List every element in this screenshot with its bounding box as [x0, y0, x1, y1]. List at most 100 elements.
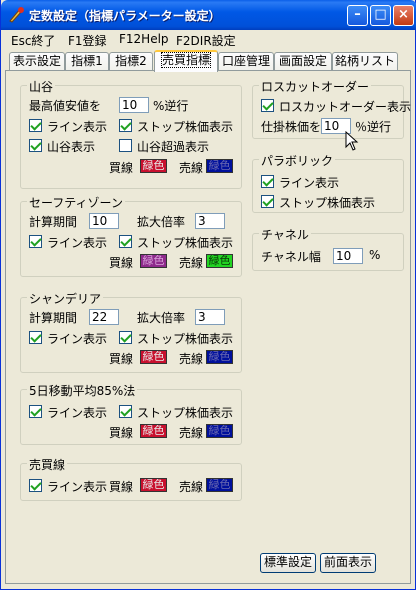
- menu-bar: Esc終了 F1登録 F12Help F2DIR設定: [1, 30, 415, 48]
- ma85-stop-label: ストップ株価表示: [137, 406, 234, 420]
- parabolic-title: パラボリック: [259, 152, 336, 169]
- chandelier-buy-color-swatch[interactable]: 緑色: [140, 350, 167, 364]
- safety-sell-label: 売線: [179, 256, 204, 270]
- chandelier-period-label: 計算期間: [29, 311, 78, 325]
- max-min-percent-input[interactable]: [119, 97, 149, 113]
- baibai-line-label: ライン表示: [47, 480, 108, 494]
- safety-buy-color-swatch[interactable]: 緑色: [140, 254, 167, 268]
- safety-stop-label: ストップ株価表示: [137, 236, 234, 250]
- max-min-label: 最高値安値を: [29, 99, 102, 113]
- safety-scale-label: 拡大倍率: [137, 215, 186, 229]
- channel-title: チャネル: [259, 226, 311, 243]
- yamatani-buy-label: 買線: [109, 161, 134, 175]
- chandelier-stop-checkbox[interactable]: [119, 331, 132, 344]
- safety-stop-checkbox[interactable]: [119, 235, 132, 248]
- tab-screen-settings[interactable]: 画面設定: [274, 52, 332, 71]
- losscut-show-checkbox[interactable]: [261, 99, 274, 112]
- maximize-button[interactable]: □: [370, 5, 391, 26]
- baibai-title: 売買線: [27, 456, 68, 473]
- window-title: 定数設定（指標パラメーター設定）: [29, 9, 221, 23]
- ma85-buy-color-swatch[interactable]: 緑色: [140, 424, 167, 438]
- safety-zone-group: セーフティゾーン 計算期間 拡大倍率 ライン表示 ストップ株価表示 買線 緑色 …: [20, 194, 242, 277]
- yamatani-sell-color-swatch[interactable]: 緑色: [206, 159, 233, 173]
- menu-f12-help[interactable]: F12Help: [119, 32, 169, 46]
- ma85-line-checkbox[interactable]: [29, 405, 42, 418]
- minimize-button[interactable]: –: [347, 5, 368, 26]
- chandelier-period-input[interactable]: [89, 309, 119, 325]
- yamatani-stop-label: ストップ株価表示: [137, 120, 234, 134]
- channel-width-input[interactable]: [333, 248, 363, 264]
- losscut-price-label: 仕掛株価を: [261, 120, 322, 134]
- parabolic-stop-checkbox[interactable]: [261, 195, 274, 208]
- chandelier-stop-label: ストップ株価表示: [137, 332, 234, 346]
- tab-stock-list[interactable]: 銘柄リスト: [332, 52, 398, 71]
- menu-f2-dir-settings[interactable]: F2DIR設定: [176, 32, 236, 49]
- chandelier-buy-label: 買線: [109, 352, 134, 366]
- tab-account-management[interactable]: 口座管理: [218, 52, 274, 71]
- parabolic-line-label: ライン表示: [279, 176, 340, 190]
- chandelier-line-checkbox[interactable]: [29, 331, 42, 344]
- yamatani-over-label: 山谷超過表示: [137, 140, 210, 154]
- yamatani-stop-checkbox[interactable]: [119, 119, 132, 132]
- ma85-group: 5日移動平均85%法 ライン表示 ストップ株価表示 買線 緑色 売線 緑色: [20, 382, 242, 445]
- chandelier-sell-color-swatch[interactable]: 緑色: [206, 350, 233, 364]
- close-button[interactable]: ×: [393, 5, 414, 26]
- safety-sell-color-swatch[interactable]: 緑色: [206, 254, 233, 268]
- safety-line-label: ライン表示: [47, 236, 108, 250]
- yamatani-show-label: 山谷表示: [47, 140, 96, 154]
- baibai-sell-color-swatch[interactable]: 緑色: [206, 478, 233, 492]
- safety-period-label: 計算期間: [29, 215, 78, 229]
- app-icon: [9, 7, 24, 23]
- losscut-show-label: ロスカットオーダー表示: [279, 100, 412, 114]
- baibai-buy-label: 買線: [109, 480, 134, 494]
- parabolic-line-checkbox[interactable]: [261, 175, 274, 188]
- ma85-stop-checkbox[interactable]: [119, 405, 132, 418]
- settings-window: 定数設定（指標パラメーター設定） – □ × Esc終了 F1登録 F12Hel…: [0, 0, 416, 590]
- yamatani-group: 山谷 最高値安値を %逆行 ライン表示 ストップ株価表示 山谷表示 山谷超過表示…: [20, 78, 242, 189]
- mouse-pointer-icon: [345, 131, 359, 151]
- yamatani-over-checkbox[interactable]: [119, 139, 132, 152]
- parabolic-group: パラボリック ライン表示 ストップ株価表示: [252, 152, 404, 213]
- tab-indicator-2[interactable]: 指標2: [109, 52, 153, 71]
- yamatani-line-checkbox[interactable]: [29, 119, 42, 132]
- safety-line-checkbox[interactable]: [29, 235, 42, 248]
- ma85-sell-color-swatch[interactable]: 緑色: [206, 424, 233, 438]
- ma85-buy-label: 買線: [109, 426, 134, 440]
- menu-esc-exit[interactable]: Esc終了: [11, 32, 55, 49]
- yamatani-line-label: ライン表示: [47, 120, 108, 134]
- title-bar[interactable]: 定数設定（指標パラメーター設定） – □ ×: [1, 0, 416, 30]
- chandelier-scale-input[interactable]: [195, 309, 225, 325]
- safety-scale-input[interactable]: [195, 213, 225, 229]
- yamatani-title: 山谷: [27, 78, 56, 95]
- ma85-sell-label: 売線: [179, 426, 204, 440]
- ma85-line-label: ライン表示: [47, 406, 108, 420]
- tab-indicator-1[interactable]: 指標1: [65, 52, 109, 71]
- channel-width-label: チャネル幅: [261, 250, 321, 264]
- tab-display-settings[interactable]: 表示設定: [9, 52, 65, 71]
- safety-zone-title: セーフティゾーン: [27, 194, 125, 211]
- baibai-line-checkbox[interactable]: [29, 479, 42, 492]
- baibai-buy-color-swatch[interactable]: 緑色: [140, 478, 167, 492]
- chandelier-line-label: ライン表示: [47, 332, 108, 346]
- yamatani-show-checkbox[interactable]: [29, 139, 42, 152]
- safety-period-input[interactable]: [89, 213, 119, 229]
- tab-trading-indicator[interactable]: 売買指標: [154, 50, 218, 72]
- max-min-unit: %逆行: [153, 99, 189, 113]
- baibai-group: 売買線 ライン表示 買線 緑色 売線 緑色: [20, 456, 242, 501]
- channel-group: チャネル チャネル幅 %: [252, 226, 404, 271]
- default-settings-button[interactable]: 標準設定: [260, 553, 316, 573]
- baibai-sell-label: 売線: [179, 480, 204, 494]
- chandelier-group: シャンデリア 計算期間 拡大倍率 ライン表示 ストップ株価表示 買線 緑色 売線…: [20, 290, 242, 373]
- chandelier-sell-label: 売線: [179, 352, 204, 366]
- yamatani-sell-label: 売線: [179, 161, 204, 175]
- chandelier-scale-label: 拡大倍率: [137, 311, 186, 325]
- parabolic-stop-label: ストップ株価表示: [279, 196, 376, 210]
- tab-strip: 表示設定 指標1 指標2 売買指標 口座管理 画面設定 銘柄リスト: [1, 50, 415, 72]
- channel-width-unit: %: [369, 248, 381, 262]
- yamatani-buy-color-swatch[interactable]: 緑色: [140, 159, 167, 173]
- menu-f1-register[interactable]: F1登録: [68, 32, 107, 49]
- losscut-group: ロスカットオーダー ロスカットオーダー表示 仕掛株価を ％逆行: [252, 78, 411, 139]
- bring-front-button[interactable]: 前面表示: [320, 553, 376, 573]
- safety-buy-label: 買線: [109, 256, 134, 270]
- chandelier-title: シャンデリア: [27, 290, 104, 307]
